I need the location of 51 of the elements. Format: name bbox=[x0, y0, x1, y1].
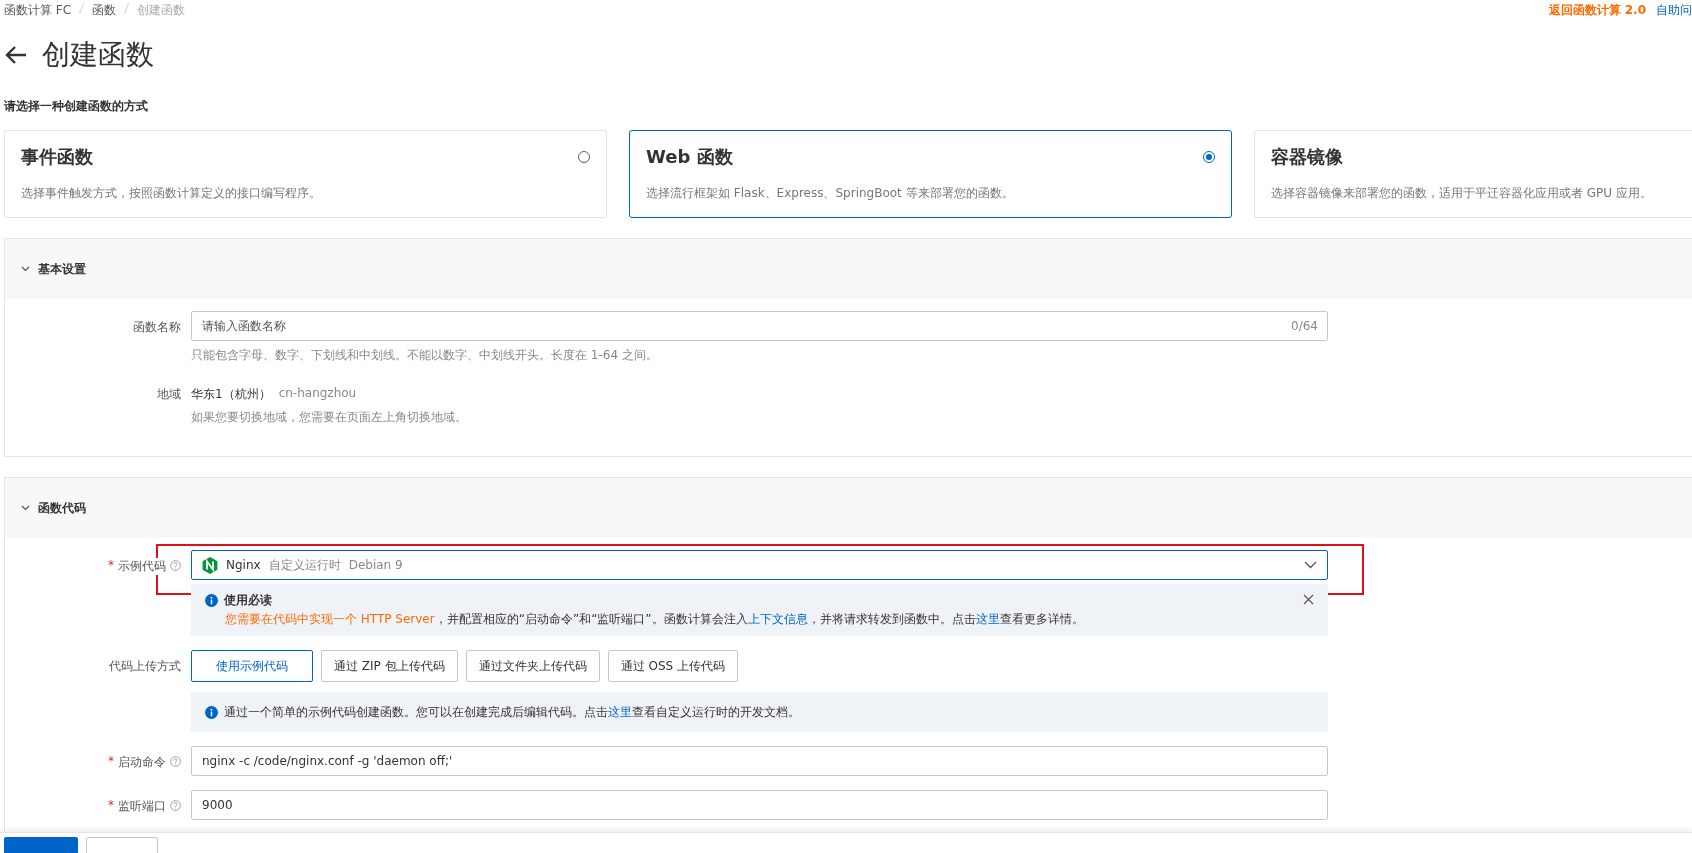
upload-option-button[interactable]: 使用示例代码 bbox=[191, 650, 313, 682]
field-label: 代码上传方式 bbox=[109, 658, 181, 675]
text-input[interactable]: nginx -c /code/nginx.conf -g 'daemon off;' bbox=[191, 746, 1328, 776]
panel-title: 函数代码 bbox=[38, 499, 86, 517]
panel-title: 基本设置 bbox=[38, 260, 86, 278]
required-mark: * bbox=[108, 754, 114, 768]
field-hint: 只能包含字母、数字、下划线和中划线。不能以数字、中划线开头。长度在 1-64 之间。 bbox=[191, 347, 659, 364]
notice-title: 使用必读 bbox=[224, 592, 272, 609]
breadcrumb-link[interactable]: 函数计算 FC bbox=[4, 1, 72, 19]
field-hint: 如果您要切换地域，您需要在页面左上角切换地域。 bbox=[191, 409, 468, 426]
link[interactable]: 上下文信息 bbox=[747, 612, 808, 626]
upload-option-button[interactable]: 通过文件夹上传代码 bbox=[465, 650, 600, 682]
function-type-card[interactable]: Web 函数 选择流行框架如 Flask、Express、SpringBoot 等来部署您的函数。 bbox=[629, 130, 1232, 218]
upload-option-button[interactable]: 通过 ZIP 包上传代码 bbox=[321, 650, 458, 682]
link[interactable]: 这里 bbox=[975, 612, 1000, 626]
field-label: 示例代码 bbox=[118, 558, 166, 575]
header-link[interactable]: 自助问 bbox=[1656, 1, 1692, 19]
upload-option-button[interactable]: 通过 OSS 上传代码 bbox=[607, 650, 738, 682]
card-description: 选择事件触发方式，按照函数计算定义的接口编写程序。 bbox=[21, 185, 322, 202]
region-code: cn-hangzhou bbox=[278, 386, 357, 402]
info-icon bbox=[205, 594, 218, 607]
function-type-card[interactable]: 事件函数 选择事件触发方式，按照函数计算定义的接口编写程序。 bbox=[4, 130, 607, 218]
card-title: 事件函数 bbox=[21, 145, 93, 169]
card-description: 选择流行框架如 Flask、Express、SpringBoot 等来部署您的函数。 bbox=[646, 185, 1015, 202]
required-mark: * bbox=[108, 798, 114, 812]
hexagon-n-icon bbox=[202, 556, 218, 574]
info-text: 通过一个简单的示例代码创建函数。您可以在创建完成后编辑代码。点击这里查看自定义运行时的开发文档。 bbox=[224, 703, 800, 721]
notice-text: 您需要在代码中实现一个 HTTP Server，并配置相应的“启动命令”和“监听端口”。函数计算会注入上下文信息，并将请求转发到函数中。点击这里查看更多详情。 bbox=[224, 611, 1085, 628]
field-label: 函数名称 bbox=[133, 319, 181, 336]
panel-header[interactable]: 函数代码 bbox=[5, 478, 1692, 538]
character-counter: 0/64 bbox=[1291, 319, 1318, 333]
text-input[interactable]: 9000 bbox=[191, 790, 1328, 820]
breadcrumb-link[interactable]: 函数 bbox=[92, 1, 117, 19]
required-mark: * bbox=[108, 558, 114, 572]
section-prompt: 请选择一种创建函数的方式 bbox=[4, 98, 149, 115]
field-label: 启动命令 bbox=[118, 754, 166, 771]
field-label: 监听端口 bbox=[118, 798, 166, 815]
runtime-select[interactable]: Nginx 自定义运行时 Debian 9 bbox=[191, 550, 1328, 580]
card-description: 选择容器镜像来部署您的函数，适用于平迁容器化应用或者 GPU 应用。 bbox=[1271, 185, 1653, 202]
link[interactable]: 这里 bbox=[608, 704, 632, 719]
card-title: 容器镜像 bbox=[1271, 145, 1343, 169]
panel-header[interactable]: 基本设置 bbox=[5, 239, 1692, 299]
chevron-down-icon bbox=[1304, 561, 1317, 569]
close-icon[interactable] bbox=[1303, 594, 1314, 605]
region-value: 华东1（杭州） bbox=[191, 386, 271, 403]
back-arrow-icon[interactable] bbox=[4, 45, 28, 65]
card-title: Web 函数 bbox=[646, 145, 733, 169]
function-type-card[interactable]: 容器镜像 选择容器镜像来部署您的函数，适用于平迁容器化应用或者 GPU 应用。 bbox=[1254, 130, 1692, 218]
field-label: 地域 bbox=[157, 386, 181, 403]
page-title: 创建函数 bbox=[42, 37, 154, 73]
info-icon bbox=[205, 705, 218, 719]
